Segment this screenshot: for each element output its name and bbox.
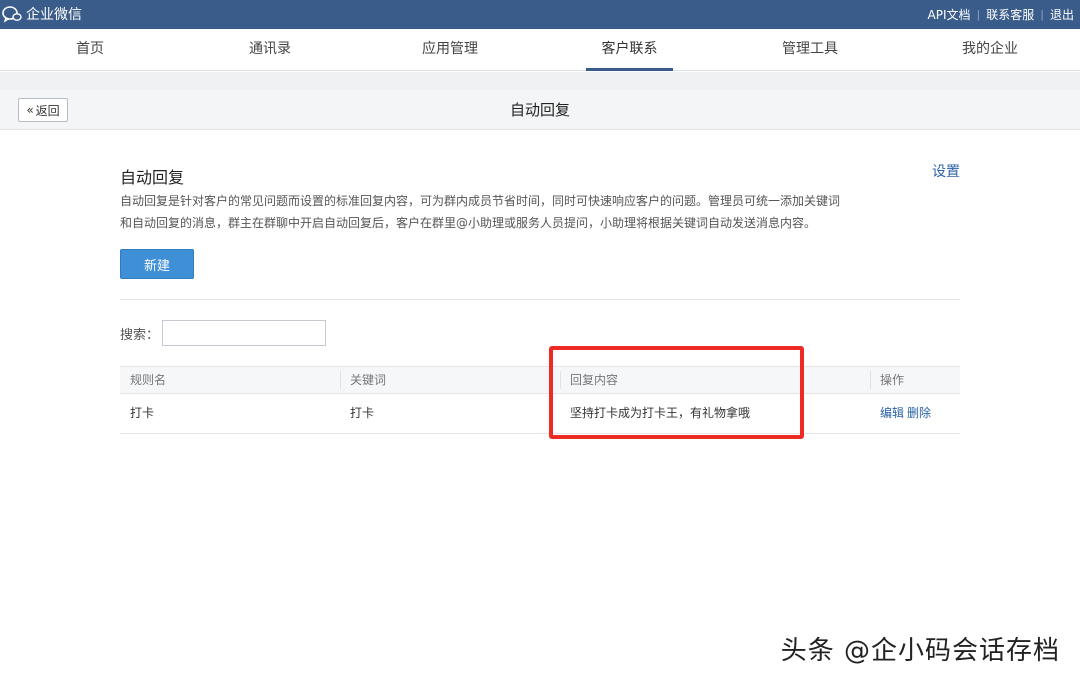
column-header-rule-name: 规则名 — [130, 373, 167, 387]
section-title: 自动回复 — [120, 168, 185, 187]
logout-link[interactable]: 退出 — [1044, 6, 1080, 23]
search-input[interactable] — [162, 320, 326, 346]
description: 自动回复是针对客户的常见问题而设置的标准回复内容，可为群内成员节省时间，同时可快… — [120, 190, 920, 234]
watermark: 头条 @企小码会话存档 — [780, 636, 1060, 666]
cell-keyword: 打卡 — [350, 406, 375, 420]
chat-bubbles-icon — [2, 6, 22, 23]
double-chevron-left-icon: « — [26, 103, 34, 117]
sub-header: 自动回复 « 返回 — [0, 90, 1080, 130]
new-rule-button[interactable]: 新建 — [120, 249, 194, 279]
tab-app-management[interactable]: 应用管理 — [400, 29, 500, 71]
top-links: API文档 | 联系客服 | 退出 — [922, 0, 1080, 29]
description-line: 自动回复是针对客户的常见问题而设置的标准回复内容，可为群内成员节省时间，同时可快… — [120, 194, 841, 208]
search-label: 搜索： — [120, 328, 160, 343]
rules-table: 规则名 关键词 回复内容 操作 打卡 打卡 坚持打卡成为打卡王，有礼物拿哦 编辑… — [120, 366, 960, 434]
delete-link[interactable]: 删除 — [907, 406, 931, 420]
table-header: 规则名 关键词 回复内容 操作 — [120, 366, 960, 394]
back-button-label: 返回 — [35, 103, 60, 118]
spacer-strip — [0, 72, 1080, 90]
divider — [120, 299, 960, 300]
column-header-actions: 操作 — [870, 367, 960, 393]
top-bar: 企业微信 API文档 | 联系客服 | 退出 — [0, 0, 1080, 29]
main-nav: 首页 通讯录 应用管理 客户联系 管理工具 我的企业 — [0, 29, 1080, 71]
api-docs-link[interactable]: API文档 — [922, 6, 977, 23]
contact-support-link[interactable]: 联系客服 — [980, 6, 1040, 23]
column-header-keyword: 关键词 — [340, 367, 560, 393]
cell-rule-name: 打卡 — [130, 406, 155, 420]
highlight-annotation — [549, 346, 804, 439]
back-button[interactable]: « 返回 — [18, 98, 68, 122]
tab-management-tools[interactable]: 管理工具 — [760, 29, 860, 71]
tab-contacts[interactable]: 通讯录 — [230, 29, 310, 71]
description-line: 和自动回复的消息，群主在群聊中开启自动回复后，客户在群里@小助理或服务人员提问，… — [120, 216, 817, 230]
page-title: 自动回复 — [509, 101, 570, 119]
tab-home[interactable]: 首页 — [50, 29, 130, 71]
cell-actions: 编辑 删除 — [870, 394, 960, 433]
logo[interactable]: 企业微信 — [2, 4, 82, 24]
logo-text: 企业微信 — [26, 7, 82, 23]
edit-link[interactable]: 编辑 — [880, 406, 904, 420]
table-row: 打卡 打卡 坚持打卡成为打卡王，有礼物拿哦 编辑 删除 — [120, 394, 960, 434]
settings-link[interactable]: 设置 — [932, 161, 960, 181]
tab-my-company[interactable]: 我的企业 — [940, 29, 1040, 71]
tab-customer-contact[interactable]: 客户联系 — [586, 29, 673, 71]
